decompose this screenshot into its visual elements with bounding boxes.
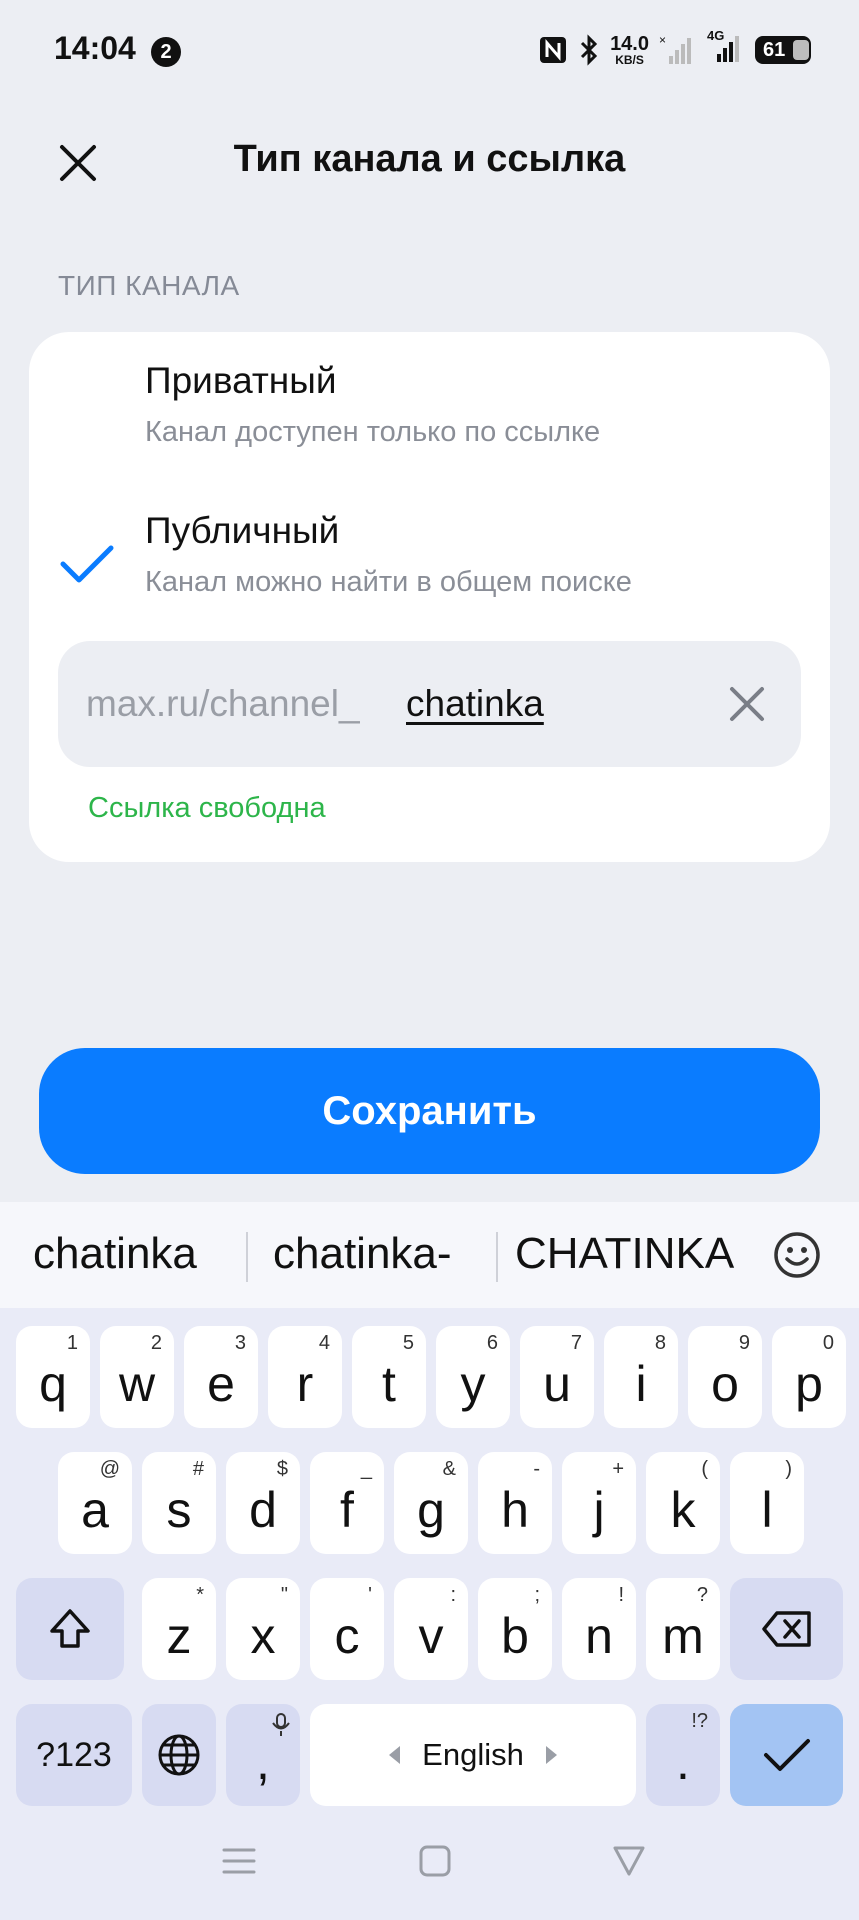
backspace-key[interactable] <box>730 1578 843 1680</box>
link-status: Ссылка свободна <box>88 792 326 824</box>
signal-sim1-icon: × <box>659 34 691 64</box>
key-l[interactable]: ) l <box>730 1452 804 1554</box>
arrow-left-icon <box>389 1746 401 1764</box>
comma-key[interactable]: , <box>226 1704 300 1806</box>
shift-icon <box>50 1609 90 1648</box>
key-i[interactable]: 8i <box>604 1326 678 1428</box>
suggestion-divider <box>246 1232 248 1282</box>
key-d[interactable]: $ d <box>226 1452 300 1554</box>
arrow-right-icon <box>545 1746 557 1764</box>
suggestion-item[interactable]: chatinka <box>33 1229 197 1279</box>
microphone-icon <box>272 1713 290 1736</box>
key-w[interactable]: 2w <box>100 1326 174 1428</box>
key-n[interactable]: ! n <box>562 1578 636 1680</box>
nfc-icon <box>540 37 567 63</box>
key-k[interactable]: (k <box>646 1452 720 1554</box>
key-e[interactable]: 3e <box>184 1326 258 1428</box>
period-key[interactable]: !? . <box>646 1704 720 1806</box>
status-time: 14:04 <box>54 30 136 66</box>
key-a[interactable]: @ a <box>58 1452 132 1554</box>
key-z[interactable]: * z <box>142 1578 216 1680</box>
enter-key[interactable] <box>730 1704 843 1806</box>
option-subtitle: Канал доступен только по ссылке <box>145 416 601 448</box>
key-m[interactable]: ? m <box>646 1578 720 1680</box>
key-b[interactable]: ; b <box>478 1578 552 1680</box>
key-u[interactable]: 7u <box>520 1326 594 1428</box>
key-c[interactable]: ' c <box>310 1578 384 1680</box>
bluetooth-icon <box>581 34 598 66</box>
emoji-icon[interactable] <box>772 1230 822 1280</box>
language-key[interactable] <box>142 1704 216 1806</box>
suggestion-item[interactable]: chatinka- <box>273 1229 452 1279</box>
battery-level: 61 <box>763 38 786 61</box>
check-icon <box>763 1739 810 1771</box>
network-type: 4G <box>707 27 725 43</box>
status-bar: 14:04 2 14.0 KB/S × 4G 61 <box>0 0 859 100</box>
battery-icon: 61 <box>755 36 811 64</box>
key-f[interactable]: _ f <box>310 1452 384 1554</box>
check-icon <box>60 545 114 583</box>
link-value[interactable]: chatinka <box>406 683 544 725</box>
key-r[interactable]: 4r <box>268 1326 342 1428</box>
globe-icon <box>158 1734 200 1776</box>
shift-key[interactable] <box>16 1578 124 1680</box>
suggestion-bar: chatinka chatinka- CHATINKA <box>0 1202 859 1308</box>
key-y[interactable]: 6y <box>436 1326 510 1428</box>
key-x[interactable]: " x <box>226 1578 300 1680</box>
symbols-key[interactable]: ?123 <box>16 1704 132 1806</box>
home-nav-icon[interactable] <box>418 1844 452 1878</box>
save-button[interactable]: Сохранить <box>39 1048 820 1174</box>
suggestion-item[interactable]: CHATINKA <box>515 1229 734 1279</box>
channel-type-card: Приватный Канал доступен только по ссылк… <box>29 332 830 862</box>
space-key[interactable]: English <box>310 1704 636 1806</box>
option-private[interactable]: Приватный Канал доступен только по ссылк… <box>29 352 830 492</box>
clear-icon <box>730 687 764 721</box>
clear-input-button[interactable] <box>719 676 775 732</box>
net-speed: 14.0 KB/S <box>610 33 649 67</box>
option-title: Приватный <box>145 360 337 401</box>
signal-sim2-icon: 4G <box>703 28 745 69</box>
key-g[interactable]: & g <box>394 1452 468 1554</box>
channel-link-input[interactable]: max.ru/channel_ chatinka <box>58 641 801 767</box>
link-prefix: max.ru/channel_ <box>86 683 360 724</box>
option-title: Публичный <box>145 510 340 551</box>
key-t[interactable]: 5t <box>352 1326 426 1428</box>
key-q[interactable]: 1q <box>16 1326 90 1428</box>
key-s[interactable]: # s <box>142 1452 216 1554</box>
key-v[interactable]: :v <box>394 1578 468 1680</box>
svg-text:×: × <box>659 34 666 47</box>
key-j[interactable]: + j <box>562 1452 636 1554</box>
notification-badge: 2 <box>151 37 181 67</box>
space-label: English <box>422 1737 524 1772</box>
page-title: Тип канала и ссылка <box>233 138 626 180</box>
key-o[interactable]: 9o <box>688 1326 762 1428</box>
suggestion-divider <box>496 1232 498 1282</box>
back-nav-icon[interactable] <box>612 1844 646 1878</box>
menu-nav-icon[interactable] <box>222 1844 256 1878</box>
backspace-icon <box>761 1611 811 1647</box>
section-label: ТИП КАНАЛА <box>58 270 240 301</box>
key-p[interactable]: 0p <box>772 1326 846 1428</box>
option-subtitle: Канал можно найти в общем поиске <box>145 566 632 598</box>
option-public[interactable]: Публичный Канал можно найти в общем поис… <box>29 502 830 642</box>
key-h[interactable]: -h <box>478 1452 552 1554</box>
system-nav-bar <box>0 1812 859 1920</box>
